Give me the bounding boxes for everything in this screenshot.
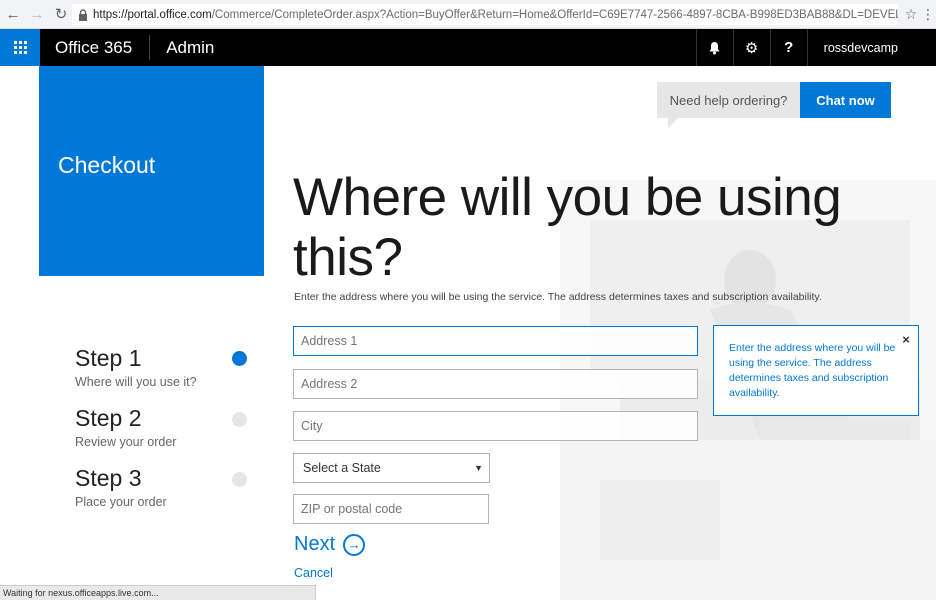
address2-input[interactable] xyxy=(293,369,698,399)
checkout-title: Checkout xyxy=(58,152,156,178)
chat-now-button[interactable]: Chat now xyxy=(800,82,891,118)
reload-icon[interactable]: ↻ xyxy=(50,3,72,25)
back-arrow-icon[interactable]: ← xyxy=(2,3,24,25)
close-icon[interactable]: × xyxy=(900,333,912,346)
url-host: https://portal.office.com xyxy=(93,8,212,21)
next-button[interactable]: Next → xyxy=(294,533,366,556)
page-description: Enter the address where you will be usin… xyxy=(294,291,822,303)
forward-arrow-icon[interactable]: → xyxy=(26,3,48,25)
url-path: /Commerce/CompleteOrder.aspx?Action=BuyO… xyxy=(211,8,898,21)
zip-input[interactable] xyxy=(293,494,489,524)
settings-gear-icon[interactable]: ⚙ xyxy=(732,29,770,66)
step-title: Step 1 xyxy=(75,345,142,371)
arrow-right-circle-icon: → xyxy=(343,533,366,556)
step-subtitle: Review your order xyxy=(75,435,177,449)
app-name[interactable]: Office 365 xyxy=(40,35,151,60)
step-title: Step 3 xyxy=(75,465,142,491)
help-question-icon[interactable]: ? xyxy=(769,29,807,66)
step-3-indicator xyxy=(232,472,247,487)
help-bubble-tail xyxy=(668,118,678,128)
waffle-icon xyxy=(13,41,27,54)
help-ordering-label: Need help ordering? xyxy=(657,82,800,118)
cancel-link[interactable]: Cancel xyxy=(294,566,333,580)
state-select[interactable]: Select a State ▼ xyxy=(293,453,490,483)
step-1: Step 1 Where will you use it? xyxy=(75,345,197,390)
bookmark-star-icon[interactable]: ☆ xyxy=(902,5,920,23)
user-avatar[interactable] xyxy=(918,29,936,66)
app-launcher-button[interactable] xyxy=(0,29,40,66)
section-name[interactable]: Admin xyxy=(150,29,214,66)
lock-icon xyxy=(78,8,88,21)
browser-toolbar: ← → ↻ https://portal.office.com/Commerce… xyxy=(0,0,936,29)
callout-text: Enter the address where you will be usin… xyxy=(729,342,896,399)
step-3: Step 3 Place your order xyxy=(75,465,167,510)
address1-input[interactable] xyxy=(293,326,698,356)
step-2-indicator xyxy=(232,412,247,427)
browser-menu-icon[interactable]: ⋮ xyxy=(921,5,935,23)
next-label: Next xyxy=(294,533,336,555)
notifications-bell-icon[interactable] xyxy=(695,29,733,66)
step-subtitle: Place your order xyxy=(75,495,167,509)
step-subtitle: Where will you use it? xyxy=(75,375,197,389)
step-1-indicator xyxy=(232,351,247,366)
step-2: Step 2 Review your order xyxy=(75,405,176,450)
dropdown-arrow-icon: ▼ xyxy=(474,463,483,473)
page-title: Where will you be using this? xyxy=(293,168,842,287)
city-input[interactable] xyxy=(293,411,698,441)
checkout-tile: Checkout xyxy=(39,66,264,276)
address-bar[interactable]: https://portal.office.com/Commerce/Compl… xyxy=(72,4,898,25)
user-name[interactable]: rossdevcamp xyxy=(806,29,918,66)
suite-header: Office 365 Admin ⚙ ? rossdevcamp xyxy=(0,29,936,66)
step-title: Step 2 xyxy=(75,405,142,431)
address-help-callout: × Enter the address where you will be us… xyxy=(713,325,919,416)
state-select-value: Select a State xyxy=(303,461,381,475)
browser-status-bar: Waiting for nexus.officeapps.live.com... xyxy=(0,585,316,600)
